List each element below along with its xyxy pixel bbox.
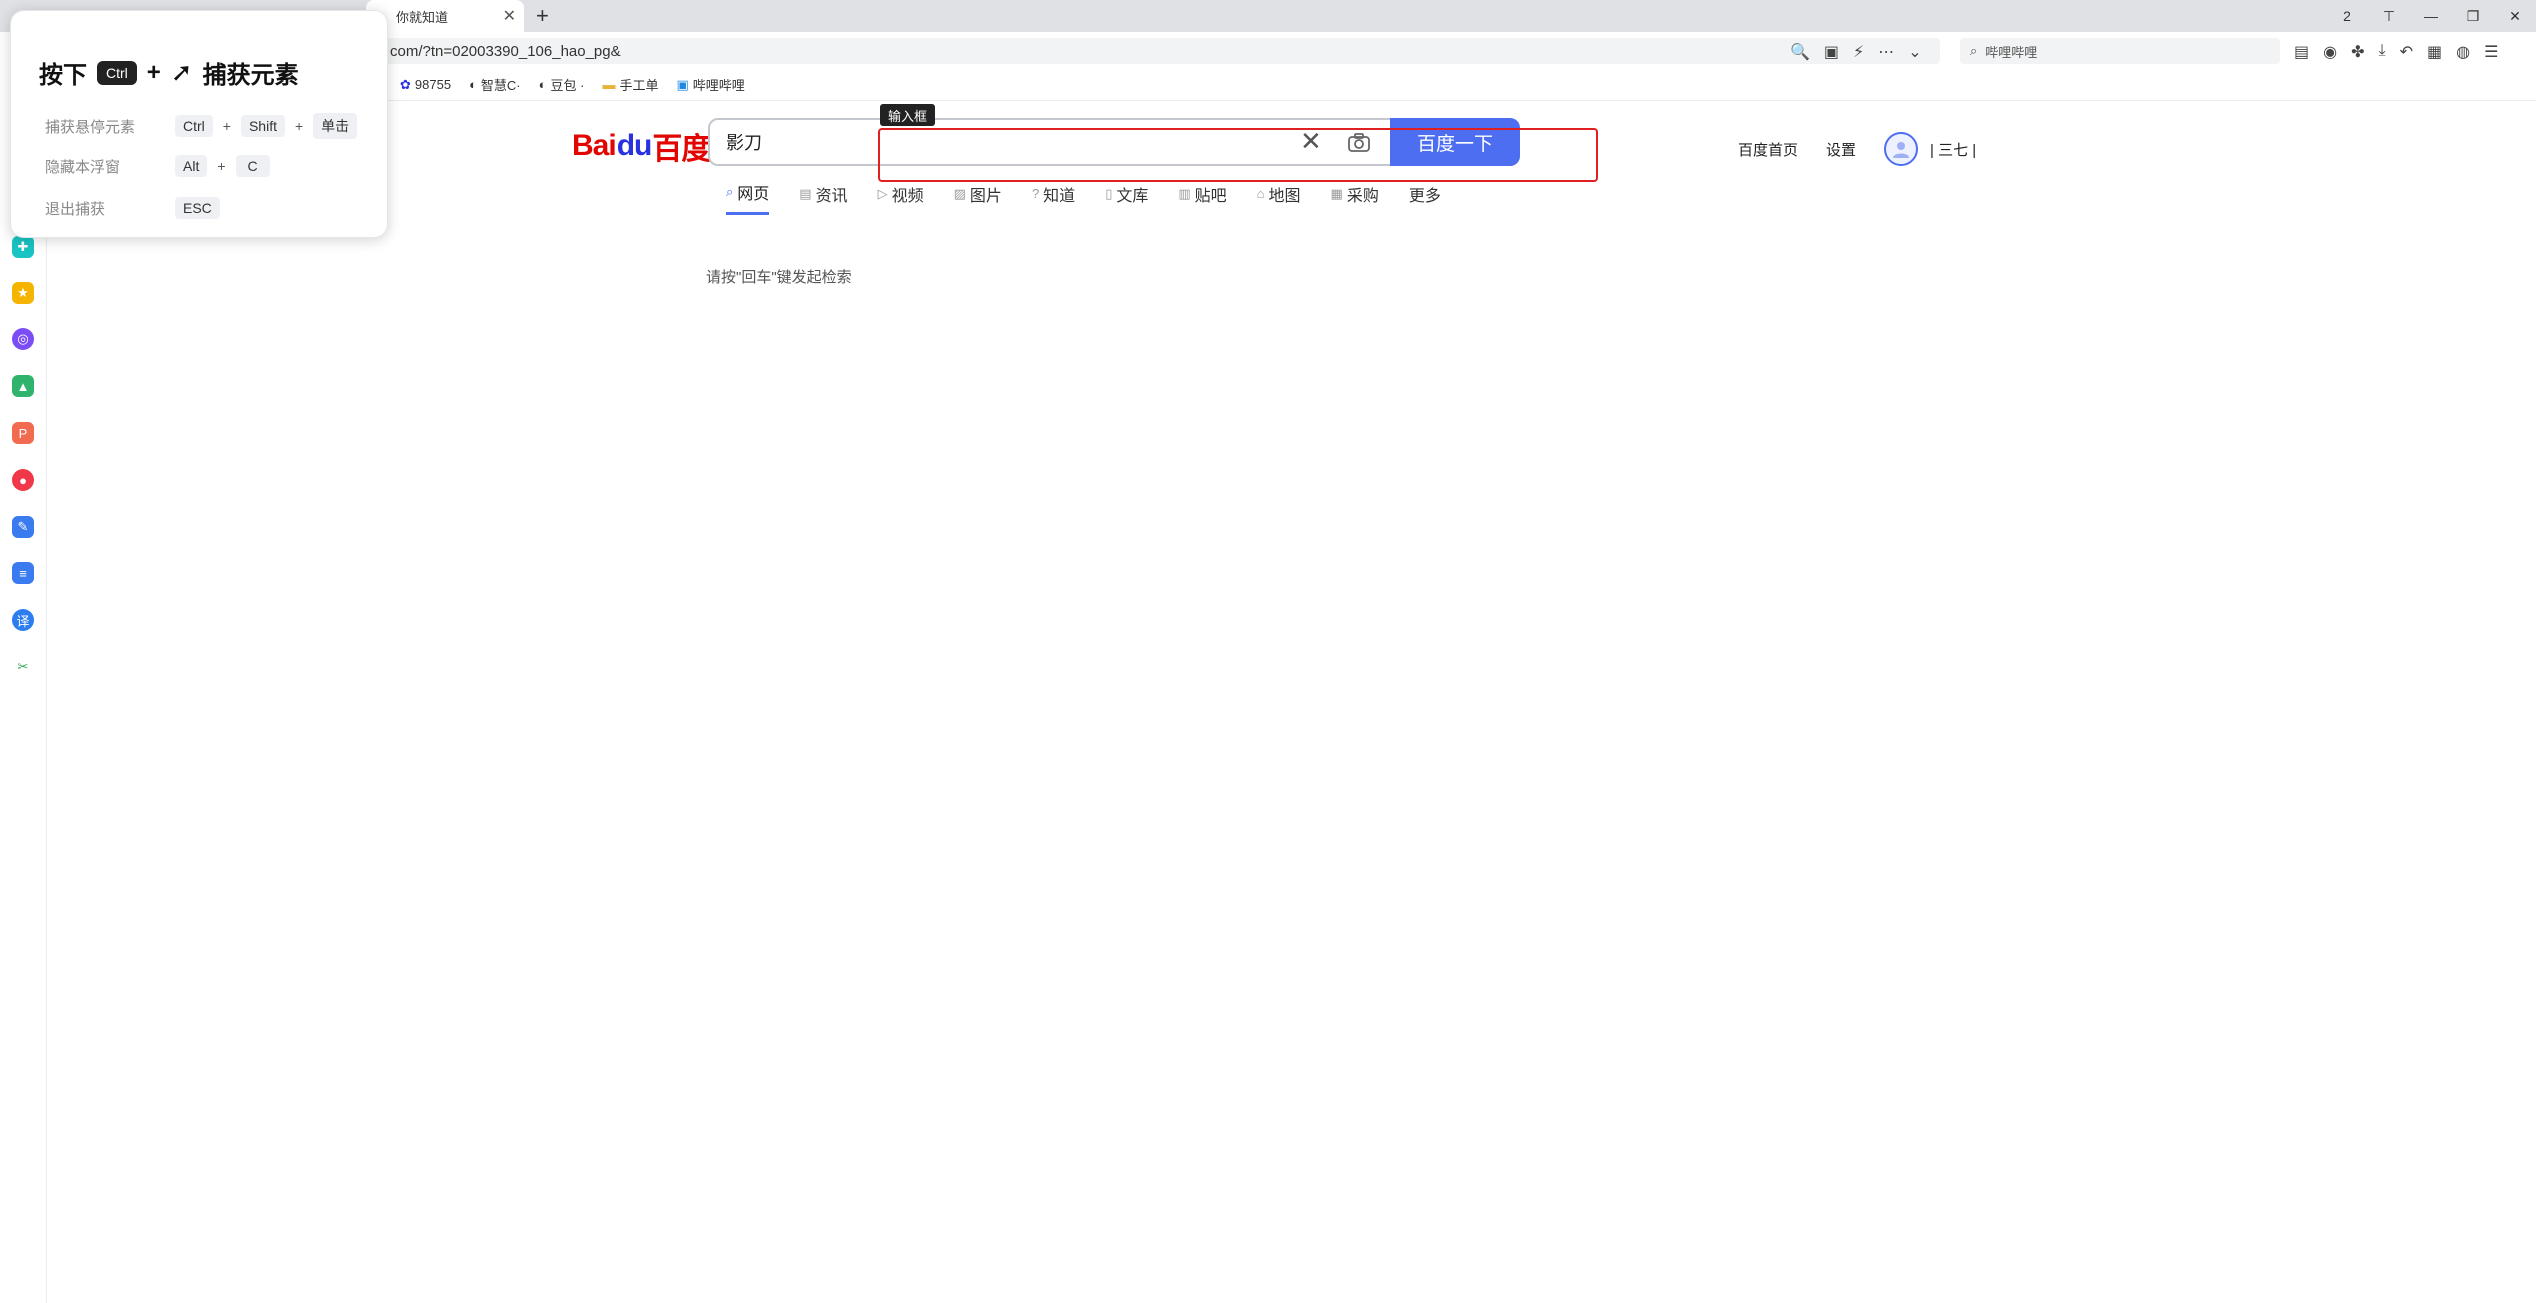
video-icon: ▷: [877, 185, 888, 201]
user-menu[interactable]: | 三七 |: [1884, 132, 1976, 166]
tab-wenku[interactable]: ▯ 文库: [1105, 180, 1148, 215]
ctrl-key: Ctrl: [97, 60, 137, 85]
shirt-icon[interactable]: ⊤: [2368, 8, 2410, 25]
menu-icon[interactable]: ☰: [2484, 42, 2498, 62]
shortcut-key: Shift: [240, 115, 285, 137]
minimize-icon[interactable]: —: [2410, 8, 2452, 24]
star-icon[interactable]: ★: [12, 282, 34, 304]
ai-icon[interactable]: ◎: [12, 328, 34, 350]
image-icon[interactable]: ▲: [12, 375, 34, 397]
zoom-icon[interactable]: 🔍: [1790, 42, 1810, 62]
sidebar-app-icon[interactable]: ✚: [12, 236, 34, 258]
cursor-click-icon: ➚: [170, 57, 193, 87]
tab-video[interactable]: ▷ 视频: [878, 180, 924, 215]
shortcut-key: Alt: [175, 155, 208, 177]
panel-row: 隐藏本浮窗 Alt + C: [45, 155, 270, 177]
shortcut-key: C: [235, 155, 270, 177]
folder-icon: ▬: [602, 77, 616, 92]
user-icon: [1893, 142, 1910, 158]
screenshot-icon[interactable]: ▣: [1824, 42, 1839, 62]
element-tooltip: 输入框: [880, 104, 936, 126]
shortcut-key: ESC: [175, 197, 220, 219]
bookmark-item[interactable]: ▬ 手工单: [602, 75, 658, 94]
browser-logo-icon[interactable]: ◍: [2456, 42, 2470, 62]
shortcut-key: Ctrl: [175, 115, 213, 137]
tab-title: 你就知道: [396, 9, 449, 25]
doc-icon: ▯: [1105, 185, 1113, 201]
settings-link[interactable]: 设置: [1826, 139, 1856, 160]
search-icon: ⌕: [1970, 43, 1978, 58]
edit-icon[interactable]: ✎: [12, 516, 34, 538]
pdf-icon[interactable]: P: [12, 422, 34, 444]
chevron-down-icon[interactable]: ⌄: [1908, 42, 1921, 62]
browser-sidebar: ✚ ★ ◎ ▲ P ● ✎ ≡ 译 ✂: [0, 100, 47, 1303]
url-tools: 🔍 ▣ ⚡ ⋯ ⌄: [1790, 42, 1922, 62]
bookmark-item[interactable]: ▣ 哔哩哔哩: [676, 75, 744, 94]
restore-icon[interactable]: ❐: [2452, 8, 2494, 25]
capture-panel: 按下 Ctrl + ➚ 捕获元素 捕获悬停元素 Ctrl + Shift + 单…: [10, 10, 388, 238]
bilibili-icon: ▣: [676, 76, 689, 92]
new-tab-button[interactable]: +: [536, 2, 549, 30]
record-icon[interactable]: ●: [12, 469, 34, 491]
bookmark-item[interactable]: ◐ 智慧C·: [469, 75, 521, 94]
briefcase-icon[interactable]: ▦: [2427, 42, 2442, 62]
browser-search-text: 哔哩哔哩: [1985, 44, 2038, 60]
wifi-icon[interactable]: ◉: [2323, 42, 2337, 62]
tab-close-icon[interactable]: ✕: [503, 6, 516, 26]
extension-icons: ▤ ◉ ✤ ⤓ ↶ ▦ ◍ ☰: [2294, 42, 2498, 62]
tab-web[interactable]: ⌕ 网页: [726, 180, 770, 215]
scissors-icon[interactable]: ✂: [12, 656, 34, 678]
lightning-icon[interactable]: ⚡: [1853, 42, 1864, 62]
avatar[interactable]: [1884, 132, 1919, 166]
tab-image[interactable]: ▨ 图片: [954, 180, 1002, 215]
more-icon[interactable]: ⋯: [1878, 42, 1894, 62]
puzzle-icon[interactable]: ✤: [2351, 42, 2364, 62]
baidu-logo[interactable]: Bai du 百度: [572, 124, 711, 168]
search-icon: ⌕: [726, 184, 734, 199]
sidebar-toggle-icon[interactable]: ▤: [2294, 42, 2309, 62]
user-links: 百度首页 设置 | 三七 |: [1738, 132, 1976, 166]
globe-icon: ◐: [538, 77, 547, 92]
url-field[interactable]: com/?tn=02003390_106_hao_pg&: [340, 38, 1940, 64]
baidu-paw-icon: du: [616, 129, 653, 162]
tab-tieba[interactable]: ▥ 贴吧: [1178, 180, 1226, 215]
panel-title: 按下 Ctrl + ➚ 捕获元素: [39, 57, 299, 89]
search-tabs: ⌕ 网页 ▤ 资讯 ▷ 视频 ▨ 图片 ? 知道 ▯ 文库 ▥ 贴吧 ⌂ 地图 …: [726, 180, 1441, 215]
undo-icon[interactable]: ↶: [2400, 42, 2413, 62]
news-icon: ▤: [799, 185, 812, 201]
baidu-paw-icon: ✿: [400, 76, 411, 92]
search-hint: 请按"回车"键发起检索: [706, 269, 852, 286]
map-icon: ⌂: [1256, 186, 1265, 201]
tab-count-icon[interactable]: 2: [2326, 8, 2368, 24]
bookmark-item[interactable]: ◐ 豆包 ·: [539, 75, 585, 94]
url-text: com/?tn=02003390_106_hao_pg&: [390, 42, 621, 60]
document-icon[interactable]: ≡: [12, 562, 34, 584]
window-controls: 2 ⊤ — ❐ ✕: [2326, 0, 2536, 32]
bookmark-item[interactable]: ✿ 98755: [400, 75, 451, 94]
username: | 三七 |: [1930, 141, 1977, 159]
shortcut-key: 单击: [313, 113, 358, 139]
tab-purchase[interactable]: ▦ 采购: [1331, 180, 1379, 215]
tab-map[interactable]: ⌂ 地图: [1257, 180, 1301, 215]
globe-icon: ◐: [469, 77, 477, 92]
panel-row: 退出捕获 ESC: [45, 197, 220, 219]
download-icon[interactable]: ⤓: [2379, 42, 2386, 62]
cart-icon: ▦: [1330, 185, 1343, 201]
tab-more[interactable]: 更多: [1409, 180, 1441, 215]
question-icon: ?: [1031, 186, 1040, 201]
panel-row: 捕获悬停元素 Ctrl + Shift + 单击: [45, 113, 358, 139]
close-window-icon[interactable]: ✕: [2494, 8, 2536, 25]
baidu-home-link[interactable]: 百度首页: [1738, 139, 1798, 160]
browser-search-box[interactable]: ⌕ 哔哩哔哩: [1960, 38, 2280, 64]
tieba-icon: ▥: [1178, 185, 1191, 201]
browser-tab[interactable]: 你就知道 ✕: [366, 0, 524, 32]
tab-news[interactable]: ▤ 资讯: [799, 180, 847, 215]
translate-icon[interactable]: 译: [12, 609, 34, 631]
capture-highlight: [878, 128, 1598, 182]
image-icon: ▨: [953, 185, 966, 201]
tab-zhidao[interactable]: ? 知道: [1032, 180, 1075, 215]
